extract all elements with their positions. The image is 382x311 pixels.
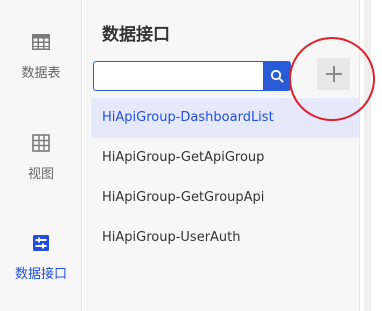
scrollbar-track[interactable] — [364, 0, 371, 311]
nav-item-api[interactable]: 数据接口 — [0, 233, 82, 303]
table-grid-icon — [32, 34, 50, 50]
app-window: 数据表 视图 数据接口 数据接口 HiApiGroup-DashboardLis… — [0, 0, 382, 311]
list-item[interactable]: HiApiGroup-GetGroupApi — [91, 178, 359, 218]
list-item[interactable]: HiApiGroup-DashboardList — [91, 98, 359, 138]
api-list: HiApiGroup-DashboardList HiApiGroup-GetA… — [91, 98, 359, 258]
nav-item-tables[interactable]: 数据表 — [0, 32, 82, 102]
panel-title: 数据接口 — [102, 25, 170, 45]
nav-item-label: 数据接口 — [14, 267, 67, 282]
nav-item-label: 数据表 — [21, 66, 61, 81]
list-item[interactable]: HiApiGroup-UserAuth — [91, 218, 359, 258]
view-grid-icon — [32, 134, 50, 152]
nav-item-label: 视图 — [27, 167, 54, 182]
api-interface-icon — [33, 235, 49, 251]
side-nav: 数据表 视图 数据接口 — [0, 0, 82, 311]
nav-item-views[interactable]: 视图 — [0, 133, 82, 203]
search-button[interactable] — [263, 61, 291, 91]
api-panel: 数据接口 HiApiGroup-DashboardList HiApiGroup… — [83, 0, 359, 311]
search-input[interactable] — [93, 61, 263, 91]
list-item[interactable]: HiApiGroup-GetApiGroup — [91, 138, 359, 178]
search-icon — [270, 69, 284, 83]
right-edge-panel — [359, 0, 382, 311]
add-api-button[interactable] — [317, 58, 350, 90]
plus-icon — [325, 66, 342, 82]
